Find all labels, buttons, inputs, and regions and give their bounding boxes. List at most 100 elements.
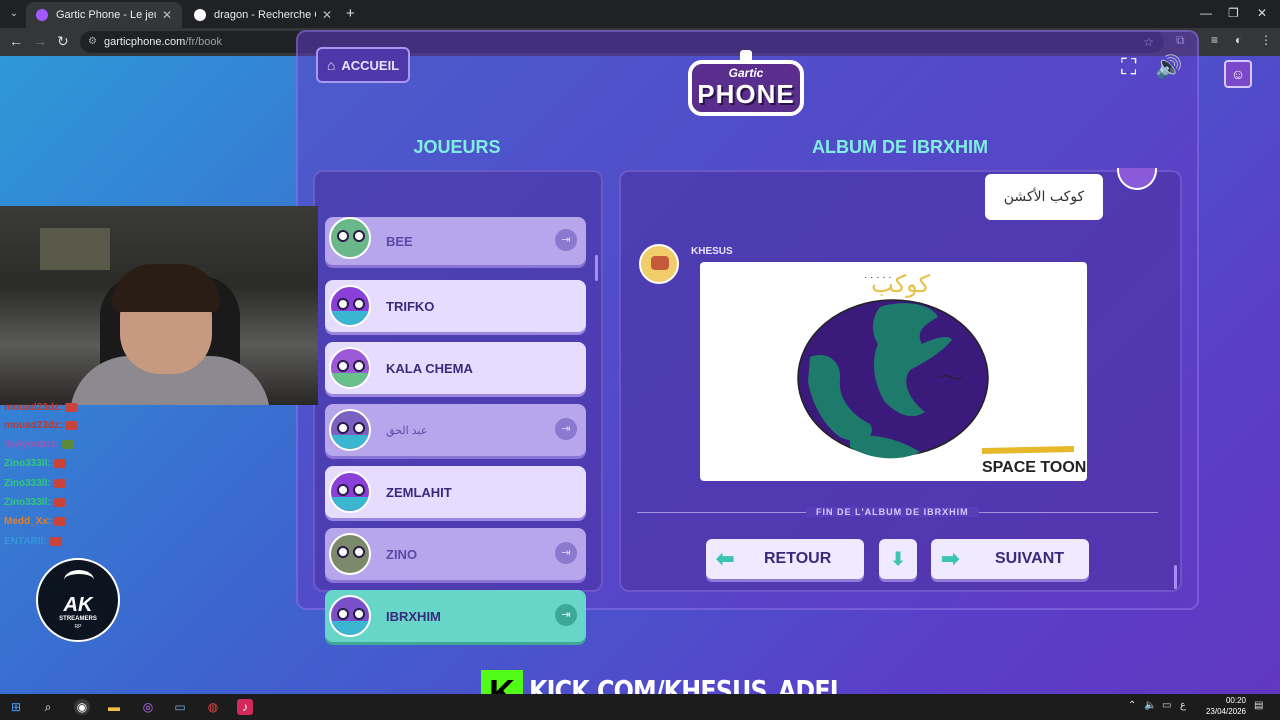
restore-icon[interactable]: ❐ [1228,6,1239,20]
next-button[interactable]: ➡ SUIVANT [931,539,1089,579]
chat-line: Zino333ll: [4,458,66,469]
player-item: TRIFKO [325,280,586,332]
new-tab-icon[interactable]: + [346,5,355,22]
ak-logo-subtext: STREAMERS [59,616,97,622]
home-icon: ⌂ [326,57,336,73]
svg-text:· · · · ·: · · · · · [864,272,892,283]
back-icon[interactable]: ← [9,33,23,49]
windows-taskbar: ⊞ ⌕ ◉ ▬ ◎ ▭ ◍ ♪ ⌃ 🔈 ▭ ع 00:20 23/04/2026… [0,694,1280,720]
menu-icon[interactable]: ⋮ [1260,33,1272,47]
gartic-favicon-icon [36,9,48,21]
sound-icon[interactable]: 🔊 [1155,54,1182,80]
chat-line: Zino333ll: [4,497,66,508]
home-label: ACCUEIL [341,57,400,73]
kick-player-icon[interactable]: ⇥ [555,418,577,440]
album-heading: ALBUM DE IBRXHIM [812,137,988,157]
taskbar-clock[interactable]: 00:20 23/04/2026 [1196,695,1246,717]
drawing-caption: SPACE TOON [982,459,1086,476]
player-avatar [329,409,371,451]
close-icon[interactable]: ✕ [162,8,172,22]
arrow-left-icon: ⬅ [716,546,735,571]
eagle-icon [64,570,94,590]
back-label: RETOUR [764,550,832,567]
url-host: garticphone.com [104,36,186,48]
discord-icon[interactable]: ◎ [140,699,156,715]
player-avatar [329,471,371,513]
tab-title: dragon - Recherche Google [214,9,316,21]
volume-icon[interactable]: 🔈 [1144,700,1156,711]
tab-title: Gartic Phone - Le jeu du téléph [56,9,156,21]
tray-chevron-icon[interactable]: ⌃ [1128,700,1136,711]
google-favicon-icon [194,9,206,21]
avatar-badge-icon[interactable]: ☺ [1224,60,1252,88]
chat-line: mouad23dz: [4,402,78,413]
chrome-icon[interactable]: ◉ [74,699,90,715]
download-icon: ⬇ [890,548,906,569]
gartic-phone-logo: Gartic PHONE [684,48,808,122]
kick-player-icon[interactable]: ⇥ [555,229,577,251]
author-avatar [639,244,679,284]
player-avatar [329,347,371,389]
kick-player-icon[interactable]: ⇥ [555,604,577,626]
prompt-bubble: كوكب الأكشن [985,174,1103,220]
tiktok-icon[interactable]: ♪ [237,699,253,715]
start-icon[interactable]: ⊞ [8,699,24,715]
notification-icon[interactable]: ▤ [1254,700,1263,711]
tab-gartic[interactable]: Gartic Phone - Le jeu du téléph ✕ [26,2,182,28]
chat-line: Zino333ll: [4,478,66,489]
arrow-right-icon: ➡ [941,546,960,571]
window-close-icon[interactable]: ✕ [1257,6,1267,20]
kick-player-icon[interactable]: ⇥ [555,542,577,564]
clock-time: 00:20 [1225,696,1246,705]
terminal-icon[interactable]: ▭ [172,699,188,715]
obs-icon[interactable]: ◍ [205,699,221,715]
player-avatar [329,595,371,637]
logo-top-text: Gartic [728,66,764,80]
minimize-icon[interactable]: — [1200,6,1212,20]
home-button[interactable]: ⌂ ACCUEIL [316,47,410,83]
album-scrollbar[interactable] [1174,565,1177,589]
player-item: ZINO ⇥ [325,528,586,580]
clock-date: 23/04/2026 [1205,707,1246,716]
player-item: BEE ⇥ [325,217,586,265]
chat-line: mouad23dz: [4,420,78,431]
search-icon[interactable]: ⌕ [40,699,56,715]
album-end-label: FIN DE L'ALBUM DE IBRXHIM [806,507,979,517]
file-explorer-icon[interactable]: ▬ [106,699,122,715]
player-name: ZEMLAHIT [386,484,452,500]
monitor-icon[interactable]: ▭ [1162,700,1171,711]
media-icon[interactable]: ≡ [1211,33,1218,47]
planet-drawing: كوكب · · · · · SPACE TOON [797,271,1086,476]
reload-icon[interactable]: ↻ [57,33,69,50]
chat-line: Medd_Xx: [4,516,67,527]
forward-icon[interactable]: → [33,33,47,49]
logo-bolt [740,50,752,64]
webcam-streamer-hair [112,264,220,312]
tab-search-icon[interactable]: ⌄ [5,5,23,23]
profile-icon[interactable]: ◐ [1235,33,1242,47]
players-scrollbar[interactable] [595,255,598,281]
download-button[interactable]: ⬇ [879,539,917,579]
player-name: TRIFKO [386,298,435,314]
drawing-canvas: كوكب · · · · · SPACE TOON [700,262,1087,481]
logo-main-text: PHONE [697,79,795,109]
fullscreen-icon[interactable]: ⛶ [1121,54,1136,80]
webcam-background-shelf [40,228,110,270]
close-icon[interactable]: ✕ [322,8,332,22]
player-item-current: IBRXHIM ⇥ [325,590,586,642]
webcam-overlay [0,206,318,405]
player-name: KALA CHEMA [386,360,473,376]
ak-logo-text: AK [63,594,93,616]
back-button[interactable]: ⬅ RETOUR [706,539,864,579]
player-item: ZEMLAHIT [325,466,586,518]
chat-line: ENTARII: [4,536,62,547]
author-name: KHESUS [691,246,733,257]
player-avatar [329,285,371,327]
site-info-icon[interactable]: ⚙ [88,31,97,53]
language-icon[interactable]: ع [1180,700,1186,711]
browser-tab-bar: ⌄ Gartic Phone - Le jeu du téléph ✕ drag… [0,0,1280,28]
tab-google[interactable]: dragon - Recherche Google ✕ [184,2,342,28]
player-avatar [329,533,371,575]
player-item: عبد الحق ⇥ [325,404,586,456]
ak-logo-tiny: RP [74,624,82,630]
